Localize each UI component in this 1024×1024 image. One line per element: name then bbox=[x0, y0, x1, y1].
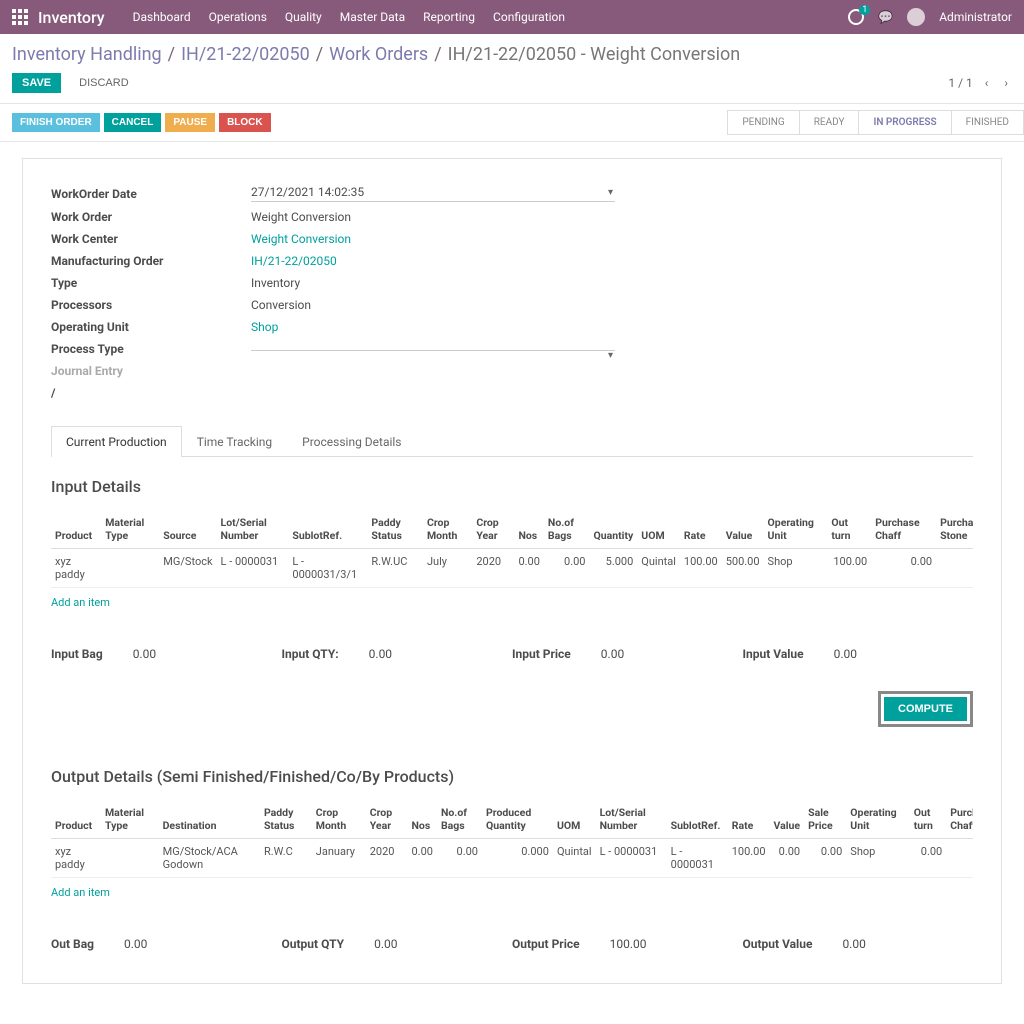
menu-dashboard[interactable]: Dashboard bbox=[133, 10, 191, 24]
pager-next-icon[interactable]: › bbox=[1000, 74, 1012, 92]
crumb-root[interactable]: Inventory Handling bbox=[12, 44, 162, 65]
table-row[interactable]: xyz paddyMG/StockL - 0000031L - 0000031/… bbox=[51, 549, 973, 588]
crumb-order[interactable]: IH/21-22/02050 bbox=[181, 44, 310, 65]
label-work-center: Work Center bbox=[51, 232, 251, 246]
value-work-order: Weight Conversion bbox=[251, 210, 615, 224]
add-input-item[interactable]: Add an item bbox=[23, 588, 1001, 617]
input-table: ProductMaterial TypeSourceLot/Serial Num… bbox=[51, 510, 973, 588]
menu-reporting[interactable]: Reporting bbox=[423, 10, 475, 24]
chevron-down-icon[interactable]: ▾ bbox=[608, 350, 613, 361]
output-details-title: Output Details (Semi Finished/Finished/C… bbox=[51, 767, 973, 786]
form-sheet: WorkOrder Date27/12/2021 14:02:35▾ Work … bbox=[22, 158, 1002, 984]
finish-order-button[interactable]: FINISH ORDER bbox=[12, 113, 100, 132]
pager-text: 1 / 1 bbox=[948, 76, 972, 90]
stages: PENDING READY IN PROGRESS FINISHED bbox=[727, 110, 1024, 135]
output-totals: Out Bag0.00 Output QTY0.00 Output Price1… bbox=[23, 907, 1001, 961]
link-mo[interactable]: IH/21-22/02050 bbox=[251, 254, 615, 268]
label-slash: / bbox=[51, 386, 251, 400]
chat-icon[interactable]: 💬 bbox=[878, 10, 893, 24]
avatar[interactable] bbox=[907, 8, 925, 26]
status-bar: FINISH ORDER CANCEL PAUSE BLOCK PENDING … bbox=[0, 104, 1024, 142]
main-menu: Dashboard Operations Quality Master Data… bbox=[133, 10, 565, 24]
notification-icon[interactable] bbox=[848, 9, 864, 25]
tab-current-production[interactable]: Current Production bbox=[51, 426, 182, 457]
output-details-section: Output Details (Semi Finished/Finished/C… bbox=[23, 747, 1001, 878]
link-work-center[interactable]: Weight Conversion bbox=[251, 232, 615, 246]
label-type: Type bbox=[51, 276, 251, 290]
input-details-title: Input Details bbox=[51, 477, 973, 496]
compute-button[interactable]: COMPUTE bbox=[884, 697, 967, 721]
actions-row: SAVE DISCARD 1 / 1 ‹ › bbox=[0, 69, 1024, 104]
label-ou: Operating Unit bbox=[51, 320, 251, 334]
label-workorder-date: WorkOrder Date bbox=[51, 187, 251, 201]
input-details-section: Input Details ProductMaterial TypeSource… bbox=[23, 457, 1001, 588]
table-row[interactable]: xyz paddyMG/Stock/ACA GodownR.W.CJanuary… bbox=[51, 839, 973, 878]
compute-frame: COMPUTE bbox=[878, 691, 973, 727]
link-ou[interactable]: Shop bbox=[251, 320, 615, 334]
label-processors: Processors bbox=[51, 298, 251, 312]
stage-inprogress[interactable]: IN PROGRESS bbox=[859, 110, 951, 135]
save-button[interactable]: SAVE bbox=[12, 73, 61, 93]
label-journal: Journal Entry bbox=[51, 364, 251, 378]
input-totals: Input Bag0.00 Input QTY:0.00 Input Price… bbox=[23, 617, 1001, 671]
tabs: Current Production Time Tracking Process… bbox=[51, 426, 973, 457]
menu-operations[interactable]: Operations bbox=[209, 10, 267, 24]
discard-button[interactable]: DISCARD bbox=[69, 73, 139, 93]
topbar: Inventory Dashboard Operations Quality M… bbox=[0, 0, 1024, 34]
tab-time-tracking[interactable]: Time Tracking bbox=[182, 426, 287, 457]
label-work-order: Work Order bbox=[51, 210, 251, 224]
crumb-current: IH/21-22/02050 - Weight Conversion bbox=[448, 44, 741, 65]
value-processors: Conversion bbox=[251, 298, 615, 312]
crumb-workorders[interactable]: Work Orders bbox=[329, 44, 428, 65]
add-output-item[interactable]: Add an item bbox=[23, 878, 1001, 907]
chevron-down-icon[interactable]: ▾ bbox=[608, 187, 613, 198]
tab-processing-details[interactable]: Processing Details bbox=[287, 426, 416, 457]
pager: 1 / 1 ‹ › bbox=[948, 74, 1012, 92]
pause-button[interactable]: PAUSE bbox=[165, 113, 215, 132]
label-ptype: Process Type bbox=[51, 342, 251, 356]
breadcrumb: Inventory Handling/ IH/21-22/02050/ Work… bbox=[0, 34, 1024, 69]
stage-pending[interactable]: PENDING bbox=[727, 110, 799, 135]
cancel-button[interactable]: CANCEL bbox=[104, 113, 162, 132]
menu-masterdata[interactable]: Master Data bbox=[340, 10, 405, 24]
pager-prev-icon[interactable]: ‹ bbox=[981, 74, 993, 92]
menu-quality[interactable]: Quality bbox=[285, 10, 322, 24]
input-workorder-date[interactable]: 27/12/2021 14:02:35▾ bbox=[251, 185, 615, 202]
input-ptype[interactable]: ▾ bbox=[251, 348, 615, 351]
apps-icon[interactable] bbox=[12, 9, 28, 25]
output-table: ProductMaterial TypeDestinationPaddy Sta… bbox=[51, 800, 973, 878]
value-type: Inventory bbox=[251, 276, 615, 290]
stage-finished[interactable]: FINISHED bbox=[952, 110, 1024, 135]
app-title: Inventory bbox=[38, 8, 105, 27]
username[interactable]: Administrator bbox=[939, 10, 1012, 24]
menu-configuration[interactable]: Configuration bbox=[493, 10, 565, 24]
stage-ready[interactable]: READY bbox=[800, 110, 860, 135]
block-button[interactable]: BLOCK bbox=[219, 113, 271, 132]
label-mo: Manufacturing Order bbox=[51, 254, 251, 268]
